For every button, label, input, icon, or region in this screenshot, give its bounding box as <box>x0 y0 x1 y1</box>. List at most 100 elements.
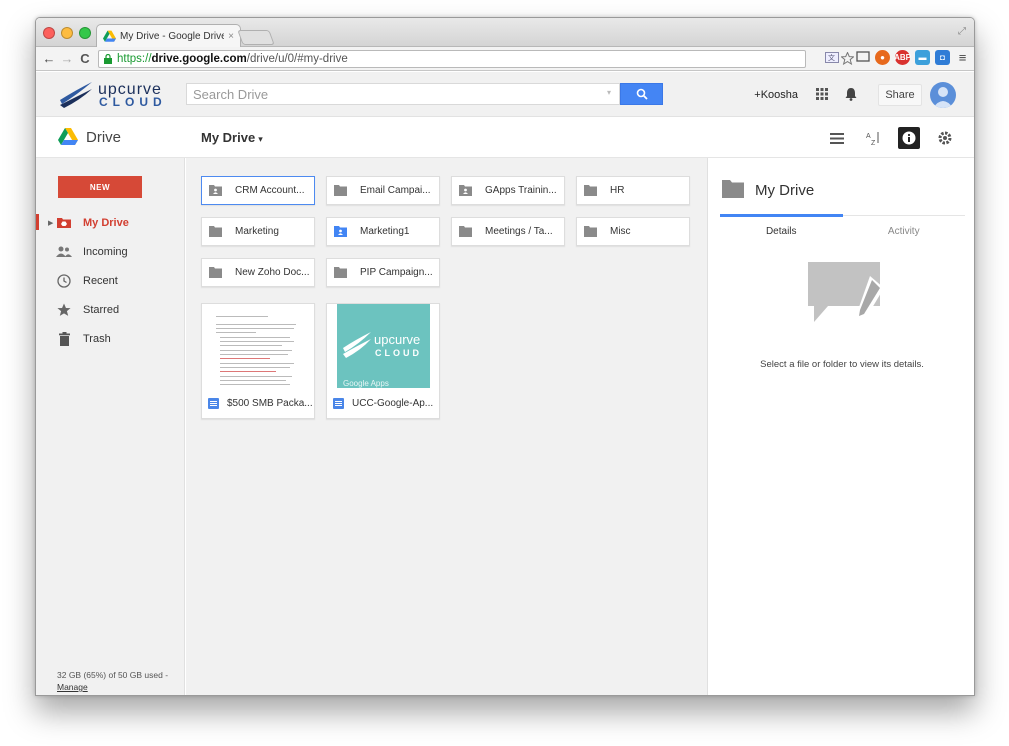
doc-thumb-line <box>220 341 294 342</box>
folder-item-marketing[interactable]: Marketing <box>201 217 315 246</box>
tab-strip: My Drive - Google Drive × ⤢ <box>36 18 974 48</box>
account-name-link[interactable]: +Koosha <box>754 89 798 101</box>
chevron-down-icon: ▾ <box>258 134 263 144</box>
file-item-smb-package[interactable]: $500 SMB Packa... <box>201 303 315 419</box>
doc-thumb-line <box>216 324 296 325</box>
folder-item-hr[interactable]: HR <box>576 176 690 205</box>
clock-icon <box>56 273 72 289</box>
sidebar-item-trash[interactable]: Trash <box>36 324 184 353</box>
file-label: UCC-Google-Ap... <box>333 388 433 418</box>
breadcrumb[interactable]: My Drive ▾ <box>201 130 263 145</box>
folder-icon <box>584 226 597 237</box>
fullscreen-icon[interactable]: ⤢ <box>958 26 966 37</box>
doc-thumb-line <box>220 350 292 351</box>
search-options-caret-icon[interactable]: ▾ <box>607 88 611 97</box>
sidebar-item-starred[interactable]: Starred <box>36 295 184 324</box>
extension-fire-icon[interactable]: ● <box>875 50 890 65</box>
search-button[interactable] <box>620 83 663 105</box>
doc-thumb-line <box>220 354 288 355</box>
sidebar-item-label: Starred <box>83 303 120 316</box>
comment-pencil-illustration-icon <box>808 262 884 322</box>
file-grid: $500 SMB Packa... upcurve CLOUD Google A… <box>201 303 440 419</box>
cast-icon[interactable] <box>856 50 870 64</box>
google-doc-icon <box>333 397 344 409</box>
extension-capture-icon[interactable]: ◘ <box>935 50 950 65</box>
main-content: CRM Account... Email Campai... GApps Tra… <box>186 158 707 695</box>
folder-item-email-campaign[interactable]: Email Campai... <box>326 176 440 205</box>
doc-thumb-line <box>216 316 268 317</box>
doc-thumb-line <box>220 376 292 377</box>
forward-arrow-icon[interactable]: → <box>58 51 76 66</box>
apps-grid-icon[interactable] <box>816 88 828 100</box>
folder-item-gapps-training[interactable]: GApps Trainin... <box>451 176 565 205</box>
drive-folder-icon <box>56 215 72 231</box>
upcurve-logo[interactable]: upcurve CLOUD <box>58 80 168 110</box>
details-panel: My Drive Details Activity Select a file … <box>707 158 974 695</box>
search-icon <box>636 88 648 100</box>
folder-name: Meetings / Ta... <box>485 226 553 237</box>
svg-text:A: A <box>866 133 871 140</box>
avatar[interactable] <box>930 82 956 108</box>
window-zoom-button[interactable] <box>79 27 91 39</box>
folder-item-pip-campaign[interactable]: PIP Campaign... <box>326 258 440 287</box>
sidebar-item-recent[interactable]: Recent <box>36 266 184 295</box>
info-details-button[interactable] <box>898 127 920 149</box>
folder-item-marketing1[interactable]: Marketing1 <box>326 217 440 246</box>
details-title: My Drive <box>755 182 815 199</box>
folder-name: Misc <box>610 226 631 237</box>
window-minimize-button[interactable] <box>61 27 73 39</box>
manage-storage-link[interactable]: Manage <box>57 681 168 693</box>
browser-tab[interactable]: My Drive - Google Drive × <box>96 24 241 48</box>
svg-text:文: 文 <box>828 53 835 62</box>
doc-thumb-line <box>216 332 256 333</box>
translate-icon[interactable]: 文 <box>825 52 839 63</box>
extension-screen-icon[interactable]: ▬ <box>915 50 930 65</box>
shared-folder-blue-icon <box>334 226 347 237</box>
tab-close-icon[interactable]: × <box>228 31 234 42</box>
adblock-plus-icon[interactable]: ABP <box>894 50 911 65</box>
reload-icon[interactable]: C <box>76 51 94 66</box>
folder-icon <box>722 180 744 198</box>
google-drive-logo-icon[interactable] <box>58 128 78 146</box>
new-button[interactable]: NEW <box>58 176 142 198</box>
folder-icon <box>334 267 347 278</box>
sort-az-icon[interactable]: AZ <box>862 127 884 149</box>
left-sidebar: NEW ▶ My Drive Incoming Recent Starred T… <box>36 158 185 695</box>
drive-favicon-icon <box>103 30 116 42</box>
star-icon <box>56 302 72 318</box>
tab-details[interactable]: Details <box>720 214 843 245</box>
info-icon <box>902 131 916 145</box>
folder-item-crm-account[interactable]: CRM Account... <box>201 176 315 205</box>
address-bar[interactable]: https://drive.google.com/drive/u/0/#my-d… <box>98 49 806 68</box>
back-arrow-icon[interactable]: ← <box>40 51 58 66</box>
doc-thumb-line <box>216 328 294 329</box>
chrome-menu-icon[interactable]: ≡ <box>955 50 970 65</box>
window-close-button[interactable] <box>43 27 55 39</box>
breadcrumb-label: My Drive <box>201 130 256 145</box>
new-tab-button[interactable] <box>237 30 275 45</box>
sidebar-item-label: Trash <box>83 332 111 345</box>
search-input[interactable]: Search Drive ▾ <box>186 83 620 105</box>
settings-gear-icon[interactable] <box>934 127 956 149</box>
notifications-bell-icon[interactable] <box>844 87 858 101</box>
expand-arrow-icon[interactable]: ▶ <box>48 219 53 227</box>
share-button[interactable]: Share <box>878 84 922 106</box>
tab-activity[interactable]: Activity <box>843 216 966 245</box>
sidebar-item-label: Incoming <box>83 245 128 258</box>
file-label: $500 SMB Packa... <box>208 388 313 418</box>
list-view-icon[interactable] <box>826 127 848 149</box>
file-item-ucc-google-apps[interactable]: upcurve CLOUD Google Apps UCC-Google-Ap.… <box>326 303 440 419</box>
url-scheme: https:// <box>117 52 152 65</box>
sidebar-item-incoming[interactable]: Incoming <box>36 237 184 266</box>
folder-name: HR <box>610 185 625 196</box>
sidebar-item-my-drive[interactable]: ▶ My Drive <box>36 208 184 237</box>
folder-item-misc[interactable]: Misc <box>576 217 690 246</box>
doc-thumb-line <box>220 363 294 364</box>
storage-text: 32 GB (65%) of 50 GB used - <box>57 670 169 680</box>
doc-thumb-line <box>220 380 286 381</box>
folder-item-new-zoho-docs[interactable]: New Zoho Doc... <box>201 258 315 287</box>
bookmark-star-icon[interactable] <box>841 52 854 65</box>
omnibox-icons: 文 <box>825 52 854 65</box>
folder-item-meetings[interactable]: Meetings / Ta... <box>451 217 565 246</box>
folder-icon <box>209 226 222 237</box>
